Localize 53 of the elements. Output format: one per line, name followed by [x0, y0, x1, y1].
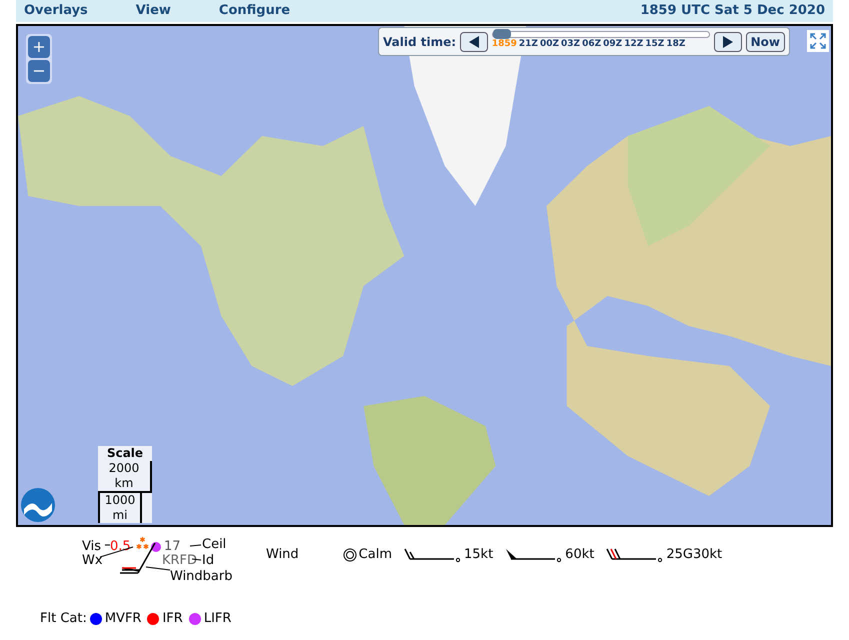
km-value: 2000	[108, 461, 140, 476]
mi-value: 1000	[104, 493, 136, 508]
id-label: Id	[202, 552, 214, 570]
category-label: IFR	[162, 610, 183, 628]
ceil-label: Ceil	[202, 536, 226, 554]
mi-unit: mi	[112, 508, 128, 523]
wind-legend-label: 15kt	[464, 546, 494, 564]
ceil-value: 17	[164, 538, 181, 554]
flight-category-title: Flt Cat:	[40, 610, 87, 628]
menu-item[interactable]: View	[136, 1, 171, 21]
scale-title: Scale	[106, 446, 144, 461]
zoom-in-button[interactable]: +	[28, 36, 50, 58]
windbarb-label: Windbarb	[170, 568, 232, 586]
slider-thumb[interactable]	[492, 29, 511, 40]
wind-barb-icon	[404, 546, 462, 563]
fullscreen-icon	[810, 33, 826, 49]
wind-legend-title: Wind	[266, 546, 299, 564]
wind-legend-label: 60kt	[565, 546, 594, 564]
km-unit: km	[114, 476, 134, 491]
slider-track[interactable]	[492, 31, 710, 38]
category-label: LIFR	[204, 610, 232, 628]
station-id-value: KRFD	[162, 552, 198, 570]
wx-label: Wx	[82, 552, 103, 570]
agency-logo	[20, 487, 56, 523]
current-time-label: 1859	[492, 38, 517, 52]
wind-barb-icon	[606, 546, 664, 563]
now-button[interactable]: Now	[746, 32, 785, 52]
time-tick-label: 21Z	[518, 38, 538, 52]
wind-legend-label: Calm	[358, 546, 392, 564]
vis-value: 0.5	[110, 538, 131, 556]
time-tick-label: 15Z	[645, 38, 664, 52]
right-triangle-icon	[722, 36, 734, 48]
wind-legend-label: 25G30kt	[666, 546, 722, 564]
valid-time-label: Valid time:	[383, 34, 456, 50]
time-display: 1859 UTC Sat 5 Dec 2020	[640, 2, 825, 20]
time-tick-label: 06Z	[582, 38, 602, 52]
category-label: MVFR	[104, 610, 142, 628]
time-tick-label: 12Z	[624, 38, 644, 52]
menu-item[interactable]: Overlays	[24, 1, 88, 21]
menu-item[interactable]: Configure	[218, 1, 290, 21]
wind-barb-icon	[505, 546, 564, 563]
time-tick-label: 03Z	[561, 38, 580, 52]
previous-button[interactable]	[460, 32, 488, 52]
calm-circle-icon	[342, 548, 357, 562]
next-button[interactable]	[714, 32, 742, 52]
time-tick-label: 00Z	[540, 38, 559, 52]
time-tick-label: 09Z	[603, 38, 622, 52]
zoom-out-button[interactable]: −	[28, 60, 50, 82]
vis-label: Vis	[82, 538, 101, 554]
fullscreen-button[interactable]	[807, 30, 829, 52]
snow-symbol-icon	[136, 537, 149, 550]
time-tick-label: 18Z	[666, 38, 686, 52]
left-triangle-icon	[468, 36, 480, 48]
